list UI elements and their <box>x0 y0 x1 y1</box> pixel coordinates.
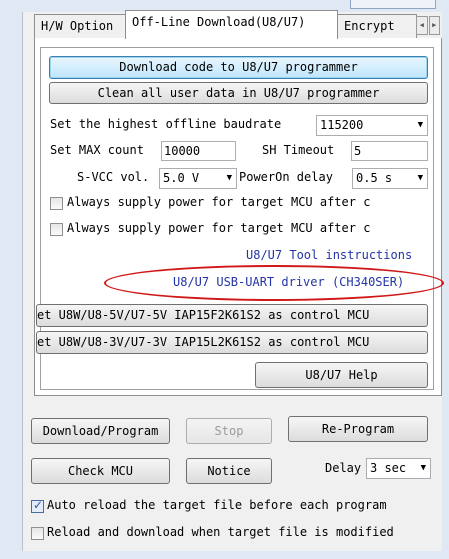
baudrate-value: 115200 <box>320 118 364 132</box>
poweron-delay-select[interactable]: 0.5 s ▼ <box>352 168 428 189</box>
max-count-label: Set MAX count <box>50 143 144 157</box>
tab-scroll-arrows: ◀ ▶ <box>416 16 441 35</box>
download-program-button[interactable]: Download/Program <box>31 418 170 444</box>
chevron-down-icon: ▼ <box>417 173 423 183</box>
svcc-value: 5.0 V <box>163 171 200 185</box>
tab-encrypt[interactable]: Encrypt <box>337 14 417 38</box>
tab-scroll-left-icon[interactable]: ◀ <box>416 16 428 35</box>
re-program-button[interactable]: Re-Program <box>288 416 428 442</box>
tab-offline-download[interactable]: Off-Line Download(U8/U7) <box>125 10 338 39</box>
u8-help-button[interactable]: U8/U7 Help <box>255 362 428 388</box>
poweron-delay-value: 0.5 s <box>356 171 393 185</box>
highlight-ellipse <box>104 265 444 301</box>
download-to-programmer-button[interactable]: Download code to U8/U7 programmer <box>49 56 428 79</box>
delay-select[interactable]: 3 sec ▼ <box>366 458 431 479</box>
auto-reload-label: Auto reload the target file before each … <box>47 498 387 512</box>
window-frame-bottom <box>0 551 449 559</box>
delay-value: 3 sec <box>370 461 407 475</box>
sh-timeout-label: SH Timeout <box>262 143 335 157</box>
always-supply-1-label: Always supply power for target MCU after… <box>67 195 371 209</box>
sh-timeout-input[interactable]: 5 <box>351 141 428 161</box>
set-3v-label: et U8W/U8-3V/U7-3V IAP15L2K61S2 as contr… <box>37 335 370 349</box>
window-frame-right <box>442 0 449 559</box>
reload-modified-checkbox[interactable] <box>31 527 44 540</box>
tab-label: Off-Line Download(U8/U7) <box>132 15 306 29</box>
notice-button[interactable]: Notice <box>186 458 272 484</box>
tool-instructions-link[interactable]: U8/U7 Tool instructions <box>246 248 412 262</box>
always-supply-1-checkbox[interactable] <box>50 197 63 210</box>
tab-label: H/W Option <box>41 19 114 33</box>
svcc-label: S-VCC vol. <box>77 170 150 184</box>
set-3v-control-mcu-button[interactable]: et U8W/U8-3V/U7-3V IAP15L2K61S2 as contr… <box>36 331 428 354</box>
tab-hw-option[interactable]: H/W Option <box>34 14 126 38</box>
max-count-input[interactable]: 10000 <box>161 141 236 161</box>
window-frame-notch <box>350 0 436 9</box>
baudrate-label: Set the highest offline baudrate <box>50 117 282 131</box>
chevron-down-icon: ▼ <box>417 120 423 130</box>
clean-user-data-button[interactable]: Clean all user data in U8/U7 programmer <box>49 82 428 104</box>
set-5v-control-mcu-button[interactable]: et U8W/U8-5V/U7-5V IAP15F2K61S2 as contr… <box>36 304 428 327</box>
stop-button[interactable]: Stop <box>186 418 272 444</box>
always-supply-2-label: Always supply power for target MCU after… <box>67 221 371 235</box>
check-mcu-button[interactable]: Check MCU <box>31 458 170 484</box>
poweron-delay-label: PowerOn delay <box>239 170 333 184</box>
window-frame-left <box>0 0 22 559</box>
auto-reload-checkbox[interactable] <box>31 498 44 513</box>
delay-label: Delay <box>325 461 362 475</box>
chevron-down-icon: ▼ <box>226 173 232 183</box>
chevron-down-icon: ▼ <box>420 463 426 473</box>
baudrate-select[interactable]: 115200 ▼ <box>316 115 428 136</box>
tab-scroll-right-icon[interactable]: ▶ <box>428 16 440 35</box>
always-supply-2-checkbox[interactable] <box>50 223 63 236</box>
set-5v-label: et U8W/U8-5V/U7-5V IAP15F2K61S2 as contr… <box>37 308 370 322</box>
reload-modified-label: Reload and download when target file is … <box>47 525 394 539</box>
svcc-select[interactable]: 5.0 V ▼ <box>159 168 237 189</box>
tab-label: Encrypt <box>344 19 395 33</box>
